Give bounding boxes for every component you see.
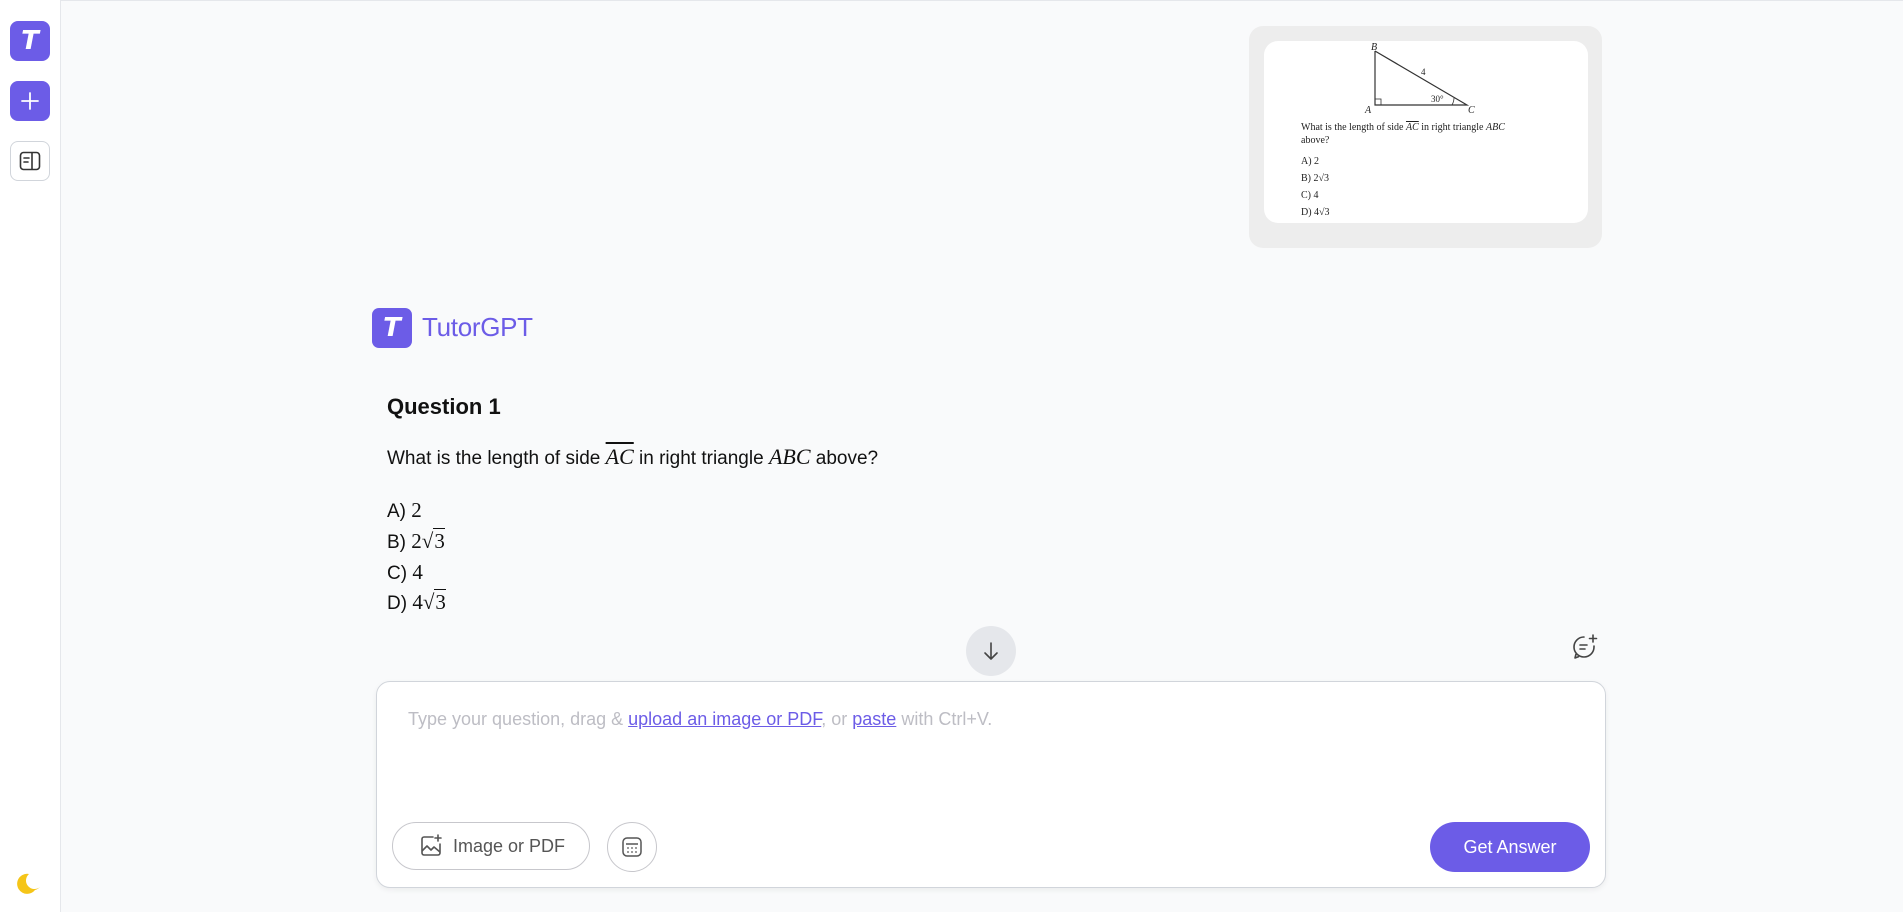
plus-icon — [21, 92, 39, 110]
uploaded-image-card[interactable]: B A C 4 30° What is the length of side A… — [1249, 26, 1602, 248]
triangle-abc: ABC — [768, 444, 811, 469]
image-question-line2: above? — [1301, 135, 1330, 146]
calculator-button[interactable] — [607, 822, 657, 872]
panel-toggle-button[interactable] — [10, 141, 50, 181]
side-ac: AC — [605, 444, 634, 469]
vertex-b-label: B — [1371, 42, 1377, 53]
image-upload-icon — [421, 834, 442, 856]
app-logo-letter: T — [21, 26, 39, 56]
image-choice-d: D) 4√3 — [1301, 207, 1330, 218]
calculator-icon — [622, 837, 642, 857]
question-text: What is the length of side AC in right t… — [387, 444, 879, 469]
image-or-pdf-label: Image or PDF — [453, 835, 566, 856]
moon-icon[interactable] — [16, 870, 44, 898]
image-choice-b: B) 2√3 — [1301, 173, 1329, 184]
arrow-down-icon — [984, 642, 998, 660]
get-answer-button[interactable]: Get Answer — [1430, 822, 1590, 872]
tutorgpt-avatar: T — [372, 308, 412, 348]
paste-link[interactable]: paste — [852, 709, 896, 729]
scroll-down-button[interactable] — [966, 626, 1016, 676]
question-title: Question 1 — [387, 394, 501, 419]
choice-b: B) 2√3 — [387, 528, 445, 553]
image-choice-c: C) 4 — [1301, 190, 1319, 201]
avatar-letter: T — [383, 313, 401, 343]
app-logo[interactable]: T — [10, 21, 50, 61]
vertex-a-label: A — [1364, 105, 1372, 116]
composer-input[interactable]: Type your question, drag & upload an ima… — [408, 709, 992, 730]
composer[interactable]: Type your question, drag & upload an ima… — [376, 681, 1606, 888]
angle-label: 30° — [1431, 94, 1444, 104]
assistant-name: TutorGPT — [422, 312, 533, 342]
new-chat-icon[interactable] — [1572, 634, 1598, 660]
upload-link[interactable]: upload an image or PDF — [628, 709, 821, 729]
image-or-pdf-button[interactable]: Image or PDF — [392, 822, 590, 870]
top-border — [0, 0, 1903, 1]
image-question-line1: What is the length of side AC in right t… — [1301, 122, 1505, 133]
image-choice-a: A) 2 — [1301, 156, 1320, 167]
choice-a: A) 2 — [387, 498, 422, 522]
sidebar: T — [0, 0, 61, 912]
new-chat-button[interactable] — [10, 81, 50, 121]
triangle-diagram: B A C 4 30° — [1364, 42, 1475, 116]
side-length-label: 4 — [1421, 67, 1426, 77]
choice-d: D) 4√3 — [387, 589, 446, 614]
vertex-c-label: C — [1468, 105, 1475, 116]
panel-toggle-icon — [19, 151, 41, 171]
choice-c: C) 4 — [387, 560, 423, 584]
uploaded-image: B A C 4 30° What is the length of side A… — [1264, 41, 1588, 223]
